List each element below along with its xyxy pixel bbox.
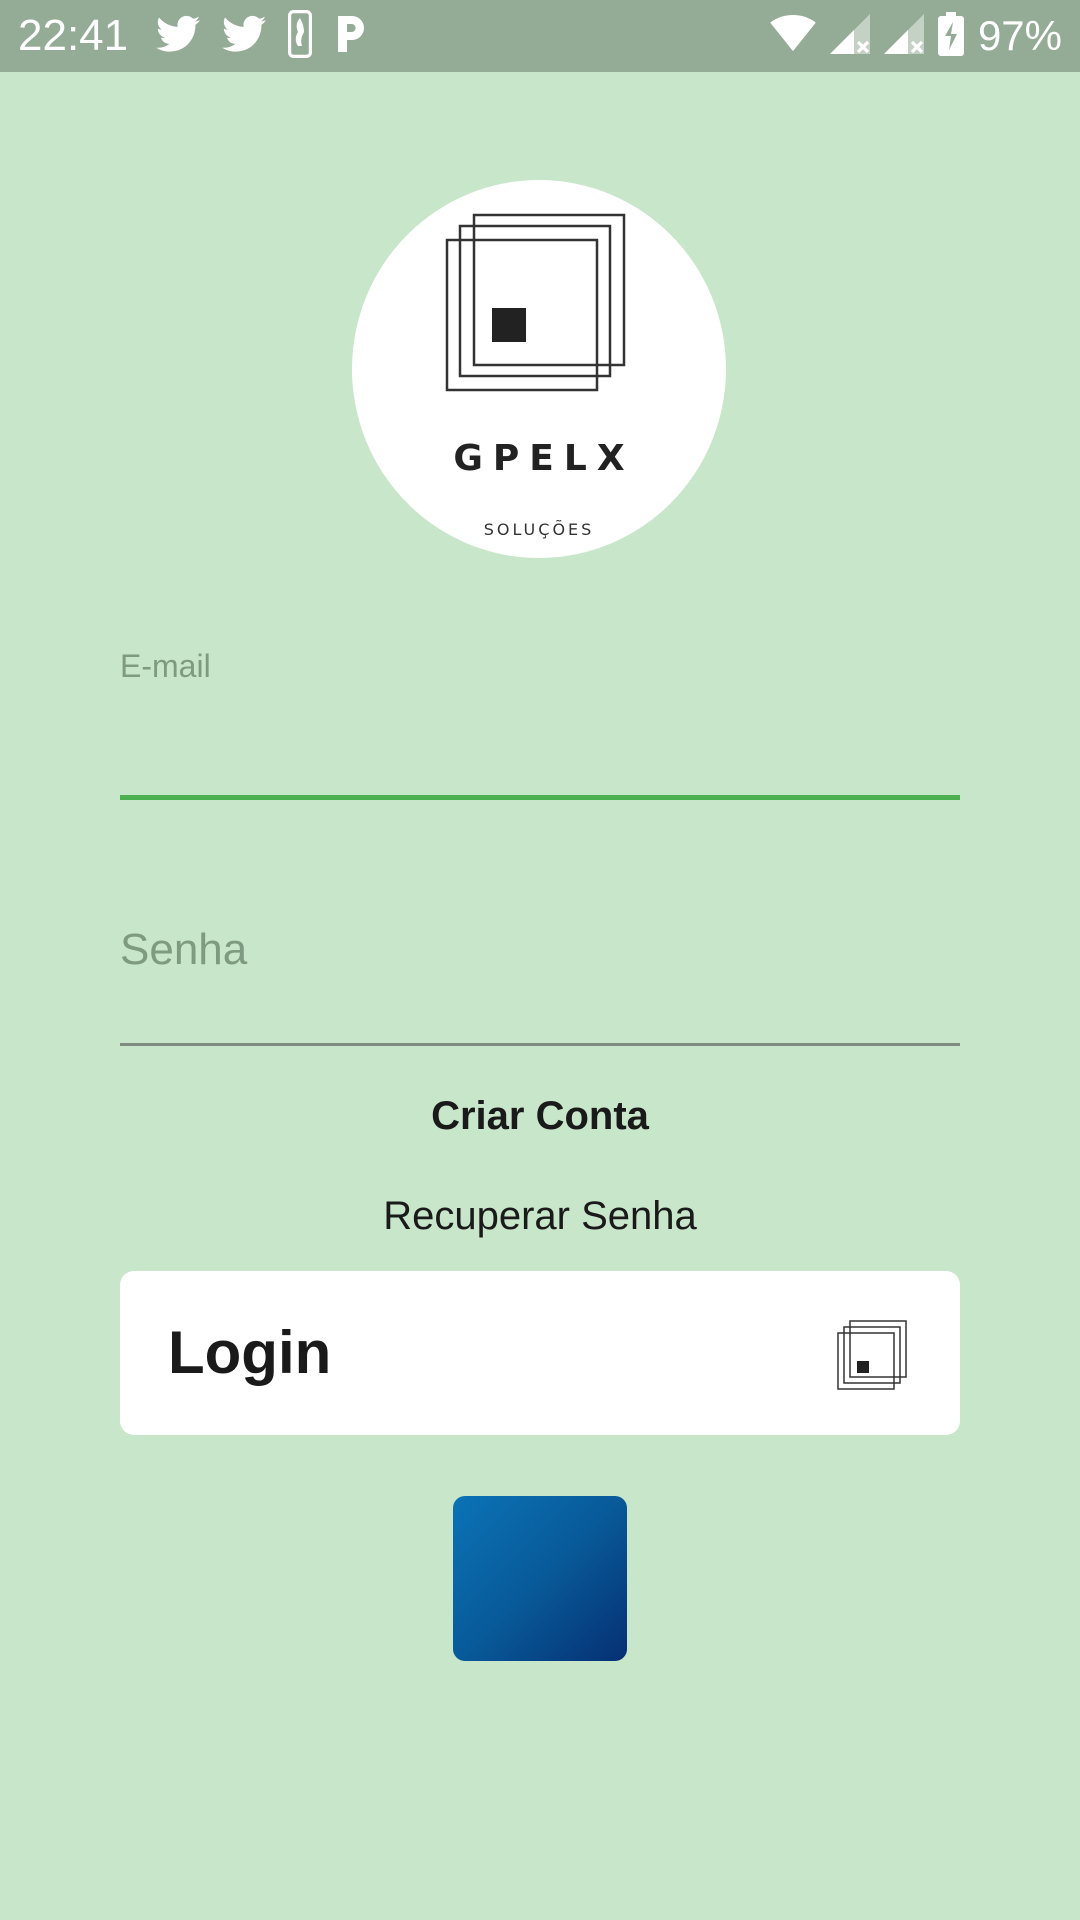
- email-input[interactable]: [120, 702, 960, 788]
- blue-app-button[interactable]: [453, 1496, 627, 1661]
- login-button[interactable]: Login: [120, 1271, 960, 1435]
- email-underline: [120, 795, 960, 800]
- battery-icon: [937, 11, 964, 61]
- status-bar: 22:41 97%: [0, 0, 1080, 72]
- password-underline: [120, 1043, 960, 1046]
- create-account-link[interactable]: Criar Conta: [0, 1094, 1080, 1139]
- status-time: 22:41: [18, 11, 129, 60]
- notification-icons: [156, 9, 368, 63]
- signal-icon: [829, 13, 870, 59]
- p-app-icon: [334, 14, 368, 59]
- app-logo: GPELX SOLUÇÕES: [352, 180, 726, 558]
- twitter-icon: [222, 15, 266, 58]
- twitter-icon: [156, 15, 200, 58]
- login-screen: 22:41 97% GPELX SOLUÇÕES E-mail Criar Co…: [0, 0, 1080, 1920]
- password-input[interactable]: [120, 900, 960, 1000]
- logo-squares-icon: [837, 1320, 907, 1390]
- battery-percent: 97%: [977, 12, 1062, 59]
- logo-squares-icon: [445, 213, 626, 392]
- recover-password-link[interactable]: Recuperar Senha: [0, 1194, 1080, 1239]
- signal-icon: [883, 13, 924, 59]
- password-field: [120, 900, 960, 1050]
- logo-subtitle: SOLUÇÕES: [483, 520, 595, 539]
- system-status: 97%: [770, 10, 1062, 62]
- email-field: E-mail: [120, 640, 960, 802]
- email-label: E-mail: [120, 648, 211, 684]
- login-button-label: Login: [168, 1319, 332, 1386]
- wifi-icon: [770, 14, 816, 58]
- nba-icon: [288, 9, 312, 63]
- logo-name: GPELX: [453, 438, 635, 479]
